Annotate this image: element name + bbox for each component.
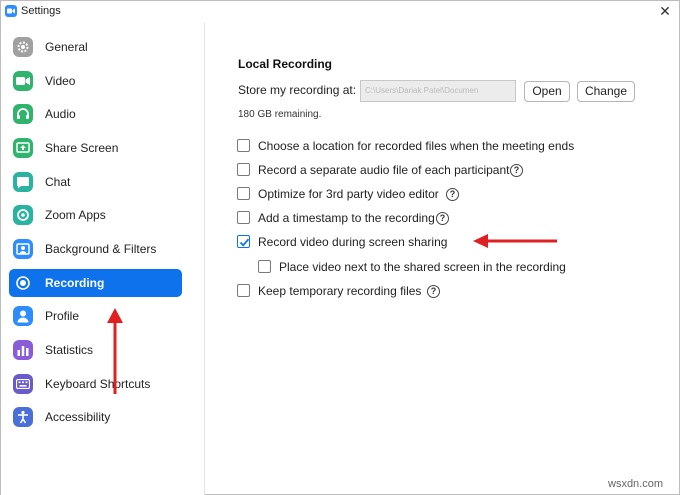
window-title: Settings xyxy=(21,5,61,17)
sidebar-item-label: Recording xyxy=(45,276,105,290)
help-icon[interactable]: ? xyxy=(427,285,440,298)
sidebar-item-label: Background & Filters xyxy=(45,242,157,256)
option-label: Record video during screen sharing xyxy=(258,235,448,249)
sidebar: General Video Audio Share Screen Chat Zo… xyxy=(1,23,205,495)
annotation-arrow-up xyxy=(107,308,123,394)
option-label: Add a timestamp to the recording xyxy=(258,211,435,225)
help-icon[interactable]: ? xyxy=(510,164,523,177)
watermark: wsxdn.com xyxy=(608,478,664,490)
sidebar-item-share-screen[interactable]: Share Screen xyxy=(9,134,182,162)
sidebar-item-label: Accessibility xyxy=(45,410,111,424)
share-screen-icon xyxy=(13,138,33,158)
option-label: Keep temporary recording files xyxy=(258,284,422,298)
settings-window: Settings ✕ General Video Audio Share Scr… xyxy=(0,0,680,495)
sidebar-item-label: Profile xyxy=(45,309,80,323)
close-icon[interactable]: ✕ xyxy=(655,2,675,20)
annotation-arrow-left xyxy=(473,234,557,248)
sidebar-item-label: Chat xyxy=(45,175,71,189)
recording-path-field[interactable]: C:\Users\Dariak Patel\Documen xyxy=(360,80,516,102)
recording-settings-panel: Local Recording Store my recording at: C… xyxy=(206,23,679,495)
store-location-label: Store my recording at: xyxy=(238,83,357,97)
checkbox-checked[interactable] xyxy=(237,235,250,248)
headphones-icon xyxy=(13,104,33,124)
sidebar-item-label: Keyboard Shortcuts xyxy=(45,377,151,391)
checkmark-icon xyxy=(239,238,250,247)
sidebar-item-label: Video xyxy=(45,74,76,88)
sidebar-item-general[interactable]: General xyxy=(9,33,182,61)
open-button[interactable]: Open xyxy=(524,81,570,102)
checkbox[interactable] xyxy=(237,163,250,176)
help-icon[interactable]: ? xyxy=(446,188,459,201)
change-button[interactable]: Change xyxy=(577,81,635,102)
sidebar-item-audio[interactable]: Audio xyxy=(9,100,182,128)
keyboard-icon xyxy=(13,374,33,394)
record-icon xyxy=(13,273,33,293)
sidebar-item-video[interactable]: Video xyxy=(9,67,182,95)
statistics-icon xyxy=(13,340,33,360)
sidebar-item-profile[interactable]: Profile xyxy=(9,302,182,330)
storage-remaining: 180 GB remaining. xyxy=(238,109,322,120)
option-label: Optimize for 3rd party video editor xyxy=(258,187,439,201)
option-label: Choose a location for recorded files whe… xyxy=(258,139,575,153)
zoom-app-icon xyxy=(5,5,17,17)
chat-icon xyxy=(13,172,33,192)
sidebar-item-label: Audio xyxy=(45,107,76,121)
accessibility-icon xyxy=(13,407,33,427)
sidebar-item-statistics[interactable]: Statistics xyxy=(9,336,182,364)
checkbox[interactable] xyxy=(237,139,250,152)
sidebar-item-label: General xyxy=(45,40,88,54)
profile-icon xyxy=(13,306,33,326)
option-label: Record a separate audio file of each par… xyxy=(258,163,510,177)
background-icon xyxy=(13,239,33,259)
title-bar: Settings ✕ xyxy=(1,1,679,23)
apps-icon xyxy=(13,205,33,225)
sidebar-item-accessibility[interactable]: Accessibility xyxy=(9,403,182,431)
video-icon xyxy=(13,71,33,91)
gear-icon xyxy=(13,37,33,57)
sidebar-item-keyboard-shortcuts[interactable]: Keyboard Shortcuts xyxy=(9,370,182,398)
section-title: Local Recording xyxy=(238,57,333,71)
help-icon[interactable]: ? xyxy=(436,212,449,225)
checkbox[interactable] xyxy=(237,187,250,200)
option-label: Place video next to the shared screen in… xyxy=(279,260,566,274)
sidebar-item-background-filters[interactable]: Background & Filters xyxy=(9,235,182,263)
sidebar-item-zoom-apps[interactable]: Zoom Apps xyxy=(9,201,182,229)
sidebar-item-label: Statistics xyxy=(45,343,94,357)
sidebar-item-chat[interactable]: Chat xyxy=(9,168,182,196)
sidebar-item-recording[interactable]: Recording xyxy=(9,269,182,297)
checkbox[interactable] xyxy=(237,211,250,224)
checkbox[interactable] xyxy=(258,260,271,273)
checkbox[interactable] xyxy=(237,284,250,297)
sidebar-item-label: Zoom Apps xyxy=(45,208,106,222)
sidebar-item-label: Share Screen xyxy=(45,141,119,155)
